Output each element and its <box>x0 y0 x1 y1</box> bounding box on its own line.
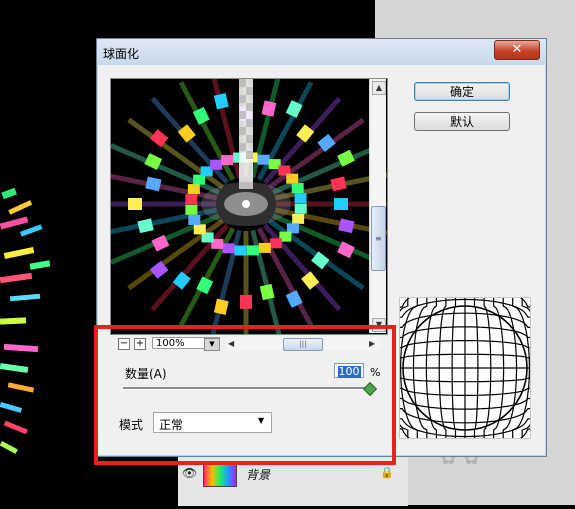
vertical-scroll-thumb[interactable]: ≡ <box>371 206 386 271</box>
close-icon: ✕ <box>511 42 523 57</box>
lock-icon: 🔒 <box>380 466 394 479</box>
filter-preview[interactable]: ▲ ≡ ▼ <box>110 78 388 335</box>
default-button[interactable]: 默认 <box>414 112 510 131</box>
highlight-annotation <box>94 325 396 465</box>
grip-icon: ≡ <box>375 234 382 243</box>
sphere-grid-graphic <box>387 285 543 451</box>
ok-button[interactable]: 确定 <box>414 82 510 101</box>
spherize-grid-preview <box>387 285 543 451</box>
preview-vertical-scrollbar[interactable]: ▲ ≡ ▼ <box>369 79 386 333</box>
preview-image <box>111 79 387 334</box>
close-button[interactable]: ✕ <box>494 40 540 60</box>
title-bar[interactable]: 球面化 ✕ <box>97 39 546 65</box>
canvas-artwork <box>0 187 51 454</box>
layer-name[interactable]: 背景 <box>246 466 270 483</box>
scroll-up-button[interactable]: ▲ <box>372 81 386 95</box>
dialog-title: 球面化 <box>103 47 140 61</box>
eye-icon[interactable]: 👁 <box>182 466 197 480</box>
